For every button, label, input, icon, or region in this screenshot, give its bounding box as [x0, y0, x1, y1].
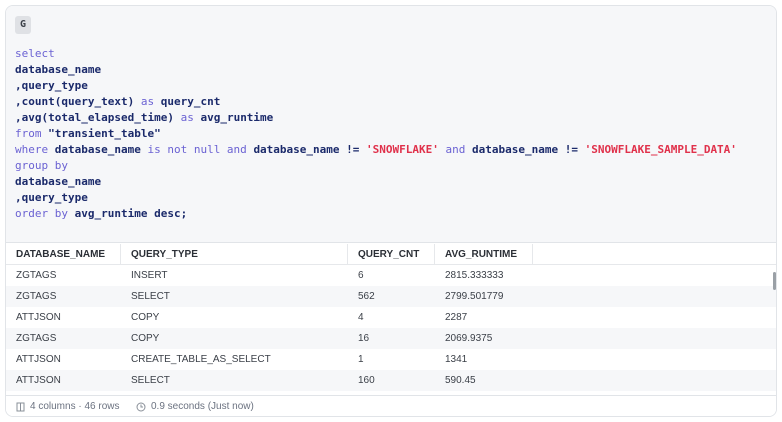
code-line: where database_name is not null and data… — [15, 142, 737, 158]
language-badge: G — [15, 16, 31, 34]
table-cell[interactable]: 1341 — [435, 349, 533, 370]
table-cell[interactable]: 2069.9375 — [435, 328, 533, 349]
timing-info: 0.9 seconds (Just now) — [136, 396, 254, 416]
table-row[interactable]: ZGTAGS COPY 16 2069.9375 — [6, 328, 776, 349]
row-count-info: 4 columns · 46 rows — [16, 396, 120, 416]
code-line: from "transient_table" — [15, 126, 737, 142]
code-token: order by — [15, 207, 75, 220]
column-header-query-cnt[interactable]: QUERY_CNT — [348, 244, 435, 265]
table-cell[interactable]: 590.45 — [435, 370, 533, 391]
code-line: group by — [15, 158, 737, 174]
columns-rows-text: 4 columns · 46 rows — [30, 401, 120, 412]
code-token: as — [173, 111, 201, 124]
table-cell[interactable]: CREATE_VIEW — [121, 391, 348, 394]
code-token: database_name — [472, 143, 559, 156]
code-line: database_name — [15, 62, 737, 78]
table-cell[interactable]: CREATE_TABLE_AS_SELECT — [121, 349, 348, 370]
table-cell[interactable]: 562 — [348, 286, 435, 307]
column-header-database-name[interactable]: DATABASE_NAME — [6, 244, 121, 265]
table-cell[interactable]: INSERT — [121, 265, 348, 286]
code-token: desc; — [147, 207, 188, 220]
code-token: avg_runtime — [74, 207, 148, 220]
code-token: group by — [15, 159, 68, 172]
clock-icon — [136, 402, 146, 411]
table-row[interactable]: ATTJSON COPY 4 2287 — [6, 307, 776, 328]
code-token: 'SNOWFLAKE' — [366, 143, 439, 156]
code-token: where — [15, 143, 55, 156]
table-cell[interactable]: 10 — [348, 391, 435, 394]
code-line: ,count(query_text) as query_cnt — [15, 94, 737, 110]
code-token: != — [558, 143, 585, 156]
table-row[interactable]: ATTJSON SELECT 160 590.45 — [6, 370, 776, 391]
results-scrollbar[interactable] — [773, 272, 776, 290]
code-token: select — [15, 47, 55, 60]
table-cell[interactable]: 181 — [435, 391, 533, 394]
table-cell[interactable]: ATTJSON — [6, 370, 121, 391]
code-token: ,count(query_text) — [15, 95, 135, 108]
table-cell[interactable]: 2815.333333 — [435, 265, 533, 286]
table-cell[interactable]: 4 — [348, 307, 435, 328]
table-cell[interactable]: ATTJSON — [6, 349, 121, 370]
code-token: ,avg(total_elapsed_time) — [15, 111, 174, 124]
code-line: database_name — [15, 174, 737, 190]
code-token: database_name — [54, 143, 141, 156]
table-row[interactable]: ZGTAGS SELECT 562 2799.501779 — [6, 286, 776, 307]
table-cell[interactable]: 6 — [348, 265, 435, 286]
code-token: avg_runtime — [200, 111, 274, 124]
code-line: ,query_type — [15, 78, 737, 94]
code-token: query_cnt — [160, 95, 221, 108]
code-token: != — [339, 143, 367, 156]
results-grid[interactable]: DATABASE_NAME QUERY_TYPE QUERY_CNT AVG_R… — [6, 244, 776, 394]
results-footer: 4 columns · 46 rows 0.9 seconds (Just no… — [6, 395, 776, 416]
code-token: 'SNOWFLAKE_SAMPLE_DATA' — [584, 143, 737, 156]
code-line: order by avg_runtime desc; — [15, 206, 737, 222]
sql-editor[interactable]: G select database_name ,query_type ,count(q… — [6, 6, 776, 243]
column-header-query-type[interactable]: QUERY_TYPE — [121, 244, 348, 265]
code-token: is not null and — [140, 143, 254, 156]
table-cell[interactable]: ZGTAGS — [6, 286, 121, 307]
table-cell[interactable]: 1 — [348, 349, 435, 370]
code-line: select — [15, 46, 737, 62]
table-cell[interactable]: 16 — [348, 328, 435, 349]
table-cell[interactable]: 160 — [348, 370, 435, 391]
code-token: database_name — [253, 143, 340, 156]
code-token: "transient_table" — [48, 127, 161, 140]
table-row[interactable]: ZGTAGS INSERT 6 2815.333333 — [6, 265, 776, 286]
results-header-row: DATABASE_NAME QUERY_TYPE QUERY_CNT AVG_R… — [6, 244, 776, 265]
code-token: database_name — [15, 63, 102, 76]
timing-text: 0.9 seconds (Just now) — [151, 401, 254, 412]
code-token: ,query_type — [15, 191, 88, 204]
table-cell[interactable]: ZGTAGS — [6, 328, 121, 349]
code-line: ,avg(total_elapsed_time) as avg_runtime — [15, 110, 737, 126]
table-cell[interactable]: 2799.501779 — [435, 286, 533, 307]
sql-code[interactable]: select database_name ,query_type ,count(que… — [15, 46, 737, 222]
table-cell[interactable]: ZGTAGS — [6, 265, 121, 286]
code-token: from — [15, 127, 49, 140]
table-cell[interactable]: SELECT — [121, 370, 348, 391]
code-token: as — [134, 95, 161, 108]
code-token: and — [438, 143, 473, 156]
table-cell[interactable]: COPY — [121, 328, 348, 349]
table-cell[interactable]: ZGTAGS — [6, 391, 121, 394]
table-cell[interactable]: COPY — [121, 307, 348, 328]
table-cell[interactable]: 2287 — [435, 307, 533, 328]
code-token: ,query_type — [15, 79, 88, 92]
query-result-card: G select database_name ,query_type ,count(q… — [5, 5, 777, 417]
column-header-avg-runtime[interactable]: AVG_RUNTIME — [435, 244, 533, 265]
table-row[interactable]: ATTJSON CREATE_TABLE_AS_SELECT 1 1341 — [6, 349, 776, 370]
code-token: database_name — [15, 175, 102, 188]
table-row[interactable]: ZGTAGSCREATE_VIEW10181 — [6, 391, 776, 394]
table-cell[interactable]: SELECT — [121, 286, 348, 307]
code-line: ,query_type — [15, 190, 737, 206]
table-icon — [16, 402, 25, 411]
table-cell[interactable]: ATTJSON — [6, 307, 121, 328]
